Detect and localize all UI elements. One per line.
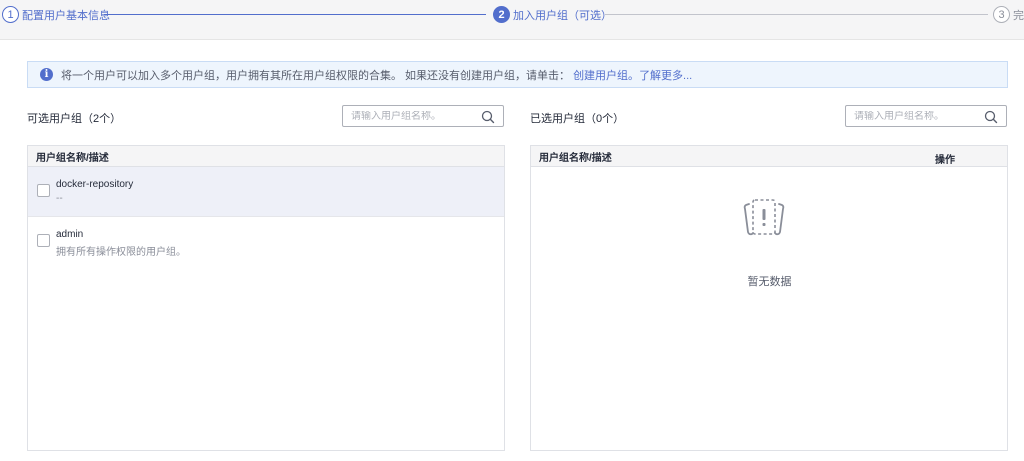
- step-2: 2 加入用户组（可选）: [493, 6, 612, 23]
- group-desc: --: [56, 193, 63, 204]
- step-1-number: 1: [2, 6, 19, 23]
- info-banner: i 将一个用户可以加入多个用户组，用户拥有其所在用户组权限的合集。 如果还没有创…: [27, 61, 1008, 88]
- step-1-label: 配置用户基本信息: [22, 9, 110, 22]
- available-groups-title: 可选用户组（2个）: [27, 113, 122, 125]
- info-icon: i: [40, 68, 53, 81]
- row-checkbox[interactable]: [37, 184, 50, 197]
- learn-more-link[interactable]: 了解更多...: [639, 67, 692, 83]
- available-groups-table: 用户组名称/描述 docker-repository -- admin 拥有所有…: [27, 145, 505, 451]
- table-row[interactable]: docker-repository --: [28, 167, 504, 217]
- step-2-label: 加入用户组（可选）: [513, 9, 612, 22]
- empty-data-text: 暂无数据: [747, 276, 792, 288]
- group-name: admin: [56, 229, 84, 240]
- step-connector-1: [104, 14, 486, 15]
- selected-groups-search[interactable]: [845, 105, 1007, 127]
- available-groups-search[interactable]: [342, 105, 504, 127]
- step-3-label: 完: [1013, 9, 1024, 22]
- step-3: 3 完: [993, 6, 1024, 23]
- stepper: 1 配置用户基本信息 2 加入用户组（可选） 3 完: [0, 0, 1024, 40]
- step-2-number: 2: [493, 6, 510, 23]
- search-icon[interactable]: [984, 110, 998, 124]
- group-desc: 拥有所有操作权限的用户组。: [56, 247, 186, 258]
- empty-data-icon: [743, 199, 785, 236]
- available-groups-header: 用户组名称/描述: [28, 146, 504, 167]
- step-1: 1 配置用户基本信息: [2, 6, 110, 23]
- column-header-action: 操作: [935, 155, 955, 166]
- table-row[interactable]: admin 拥有所有操作权限的用户组。: [28, 217, 504, 267]
- row-checkbox[interactable]: [37, 234, 50, 247]
- create-user-group-link[interactable]: 创建用户组。: [573, 67, 639, 83]
- step-3-number: 3: [993, 6, 1010, 23]
- selected-groups-search-input[interactable]: [854, 110, 978, 122]
- step-connector-2: [605, 14, 988, 15]
- selected-groups-title: 已选用户组（0个）: [530, 113, 625, 125]
- column-header-name: 用户组名称/描述: [36, 152, 109, 164]
- selected-groups-table: 用户组名称/描述 操作 暂无数据: [530, 145, 1008, 451]
- group-name: docker-repository: [56, 179, 134, 190]
- column-header-name: 用户组名称/描述: [539, 152, 612, 164]
- available-groups-search-input[interactable]: [351, 110, 475, 122]
- banner-text: 将一个用户可以加入多个用户组，用户拥有其所在用户组权限的合集。 如果还没有创建用…: [61, 69, 571, 82]
- selected-groups-header: 用户组名称/描述 操作: [531, 146, 1007, 167]
- search-icon[interactable]: [481, 110, 495, 124]
